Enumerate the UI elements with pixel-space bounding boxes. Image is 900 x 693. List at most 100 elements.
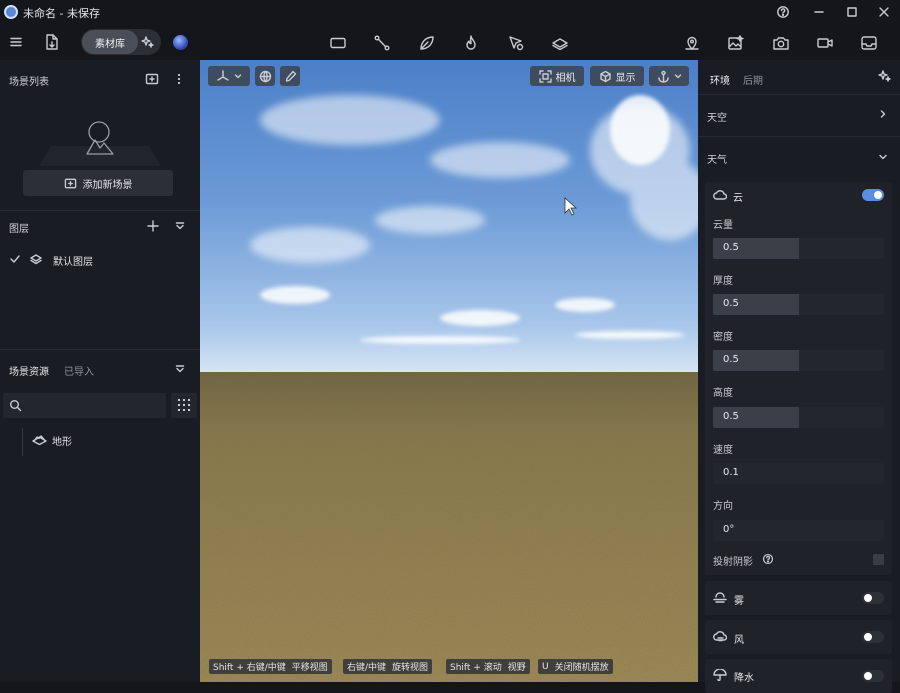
- grid-icon: [178, 399, 190, 411]
- cloud-amount-slider[interactable]: 0.5: [713, 238, 884, 259]
- slider-value: 0.1: [723, 467, 739, 478]
- speed-slider[interactable]: 0.1: [713, 463, 884, 484]
- anchor-dropdown[interactable]: [649, 66, 689, 86]
- param-label: 厚度: [713, 276, 733, 287]
- path-tool-icon[interactable]: [373, 34, 391, 52]
- tab-scene-assets[interactable]: 场景资源: [9, 363, 49, 378]
- layer-item-default[interactable]: 默认图层: [9, 252, 189, 268]
- add-scene-icon[interactable]: [145, 72, 159, 86]
- cast-shadow-checkbox[interactable]: [873, 554, 884, 565]
- transform-dropdown[interactable]: [208, 66, 250, 86]
- assets-collapse-icon[interactable]: [174, 363, 186, 375]
- rectangle-tool-icon[interactable]: [329, 34, 347, 52]
- search-box[interactable]: [3, 393, 166, 418]
- slider-value: 0.5: [723, 298, 739, 309]
- slider-value: 0.5: [723, 242, 739, 253]
- camera-icon[interactable]: [772, 34, 790, 52]
- video-icon[interactable]: [816, 34, 834, 52]
- hint-action: 旋转视图: [392, 663, 429, 673]
- window-title: 未命名 - 未保存: [23, 7, 100, 20]
- sky-section-header[interactable]: 天空: [698, 95, 900, 135]
- cube-icon: [599, 70, 611, 82]
- tree-line: [22, 428, 23, 456]
- fog-card[interactable]: 雾: [705, 581, 892, 615]
- wind-label: 风: [734, 635, 744, 646]
- display-button[interactable]: 显示: [590, 66, 644, 86]
- add-layer-icon[interactable]: [146, 219, 160, 233]
- left-panel: 场景列表 添加新场景 图层 默认图层 场景资源 已导入 地形: [0, 60, 200, 682]
- location-pin-icon[interactable]: [683, 34, 701, 52]
- wind-card[interactable]: 风: [705, 620, 892, 654]
- fog-toggle[interactable]: [862, 592, 884, 604]
- camera-frame-icon: [538, 69, 552, 83]
- chevron-right-icon: [878, 109, 888, 119]
- param-label: 云量: [713, 220, 733, 231]
- globe-avatar-icon[interactable]: [173, 35, 188, 50]
- file-import-icon[interactable]: [43, 33, 61, 51]
- hint-key: Shift + 右键/中键: [213, 663, 286, 673]
- hint-key: U: [542, 661, 549, 672]
- tree-item-terrain[interactable]: 地形: [32, 432, 152, 448]
- precipitation-card[interactable]: 降水: [705, 659, 892, 693]
- camera-button[interactable]: 相机: [530, 66, 584, 86]
- add-new-scene-label: 添加新场景: [82, 179, 133, 191]
- leaf-tool-icon[interactable]: [418, 34, 436, 52]
- precipitation-toggle[interactable]: [862, 670, 884, 682]
- eyedropper-button[interactable]: [280, 66, 300, 86]
- tab-post[interactable]: 后期: [743, 72, 763, 87]
- cloud-label: 云: [733, 193, 743, 204]
- asset-library-label: 素材库: [95, 38, 125, 50]
- fire-tool-icon[interactable]: [462, 34, 480, 52]
- image-edit-icon[interactable]: [727, 34, 745, 52]
- asset-library-toggle[interactable]: 素材库: [81, 29, 161, 55]
- asset-library-button[interactable]: 素材库: [82, 30, 138, 54]
- weather-section-header[interactable]: 天气: [698, 137, 900, 177]
- cloud-toggle[interactable]: [862, 189, 884, 201]
- right-panel: 环境 后期 天空 天气 云 云量 0.5 厚度 0.5 密度 0.5 高度 0.…: [698, 60, 900, 693]
- help-icon[interactable]: [776, 5, 790, 19]
- 3d-viewport[interactable]: 相机 显示 Shift + 右键/中键 平移视图 右键/中键 旋转视图 Shif…: [200, 60, 698, 682]
- title-bar: 未命名 - 未保存: [0, 0, 900, 24]
- collapse-icon[interactable]: [174, 220, 186, 232]
- display-label: 显示: [615, 72, 636, 84]
- app-logo-icon: [4, 5, 18, 19]
- fog-label: 雾: [734, 596, 744, 607]
- grid-view-button[interactable]: [171, 393, 197, 418]
- thickness-slider[interactable]: 0.5: [713, 294, 884, 315]
- hint-action: 平移视图: [291, 663, 328, 673]
- pointer-tool-icon[interactable]: [507, 34, 525, 52]
- direction-slider[interactable]: 0°: [713, 520, 884, 541]
- globe-button[interactable]: [255, 66, 275, 86]
- search-input[interactable]: [25, 396, 161, 414]
- sky-label: 天空: [707, 113, 727, 124]
- param-label: 方向: [713, 501, 733, 512]
- ai-sparkle-icon[interactable]: [877, 69, 891, 83]
- wind-toggle[interactable]: [862, 631, 884, 643]
- close-icon[interactable]: [877, 5, 891, 19]
- minimize-icon[interactable]: [812, 5, 826, 19]
- help-icon[interactable]: [762, 553, 774, 565]
- height-slider[interactable]: 0.5: [713, 407, 884, 428]
- inbox-icon[interactable]: [860, 34, 878, 52]
- hint-pan: Shift + 右键/中键 平移视图: [209, 659, 332, 674]
- ai-sparkle-icon[interactable]: [140, 35, 154, 49]
- param-label: 速度: [713, 445, 733, 456]
- menu-icon[interactable]: [9, 35, 23, 49]
- divider: [0, 210, 200, 211]
- hint-key: 右键/中键: [347, 663, 387, 673]
- tab-imported[interactable]: 已导入: [64, 363, 94, 378]
- wind-icon: [713, 631, 727, 643]
- check-icon[interactable]: [9, 253, 21, 265]
- param-label: 密度: [713, 332, 733, 343]
- eyedropper-icon: [285, 70, 296, 82]
- divider: [0, 349, 200, 350]
- hint-action: 视野: [507, 663, 526, 673]
- tab-environment[interactable]: 环境: [710, 72, 730, 87]
- maximize-icon[interactable]: [845, 5, 859, 19]
- density-slider[interactable]: 0.5: [713, 350, 884, 371]
- layer-tool-icon[interactable]: [551, 34, 569, 52]
- layers-title: 图层: [9, 224, 29, 235]
- more-options-icon[interactable]: [175, 72, 183, 86]
- slider-value: 0°: [723, 524, 735, 535]
- add-new-scene-button[interactable]: 添加新场景: [23, 170, 173, 196]
